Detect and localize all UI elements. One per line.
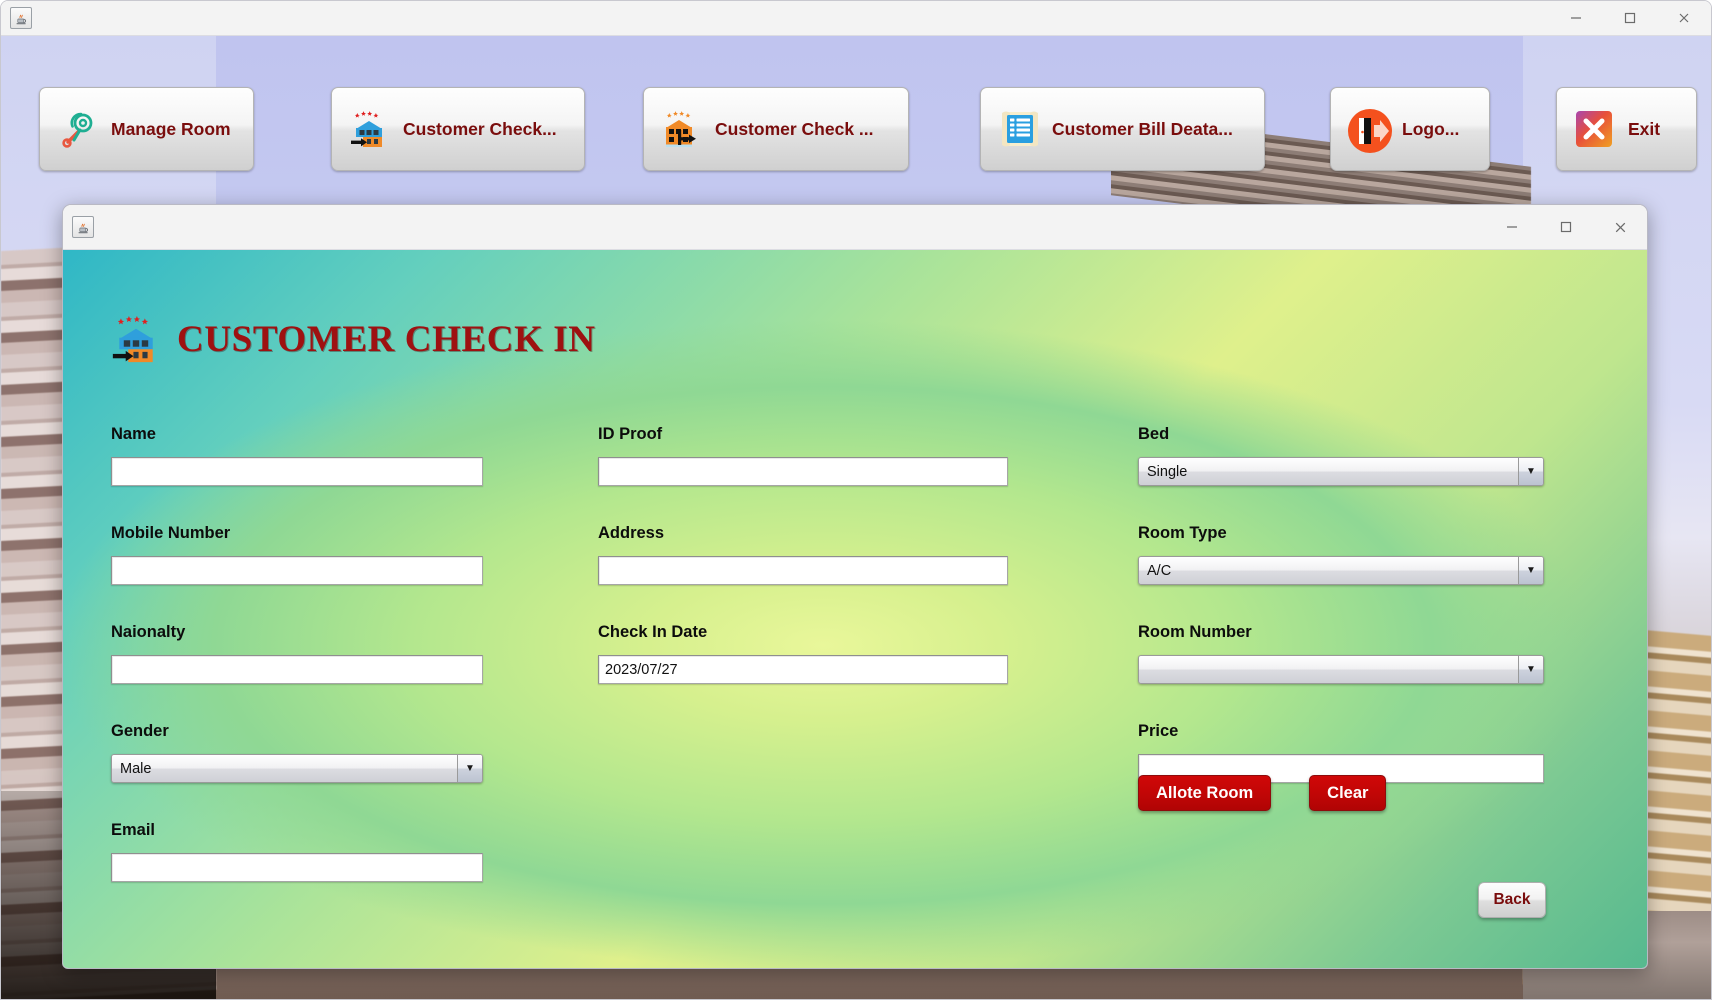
id-proof-input[interactable]: [598, 457, 1008, 486]
back-button[interactable]: Back: [1478, 882, 1546, 918]
toolbar-button-manage-room[interactable]: Manage Room: [39, 87, 254, 171]
page-title: CUSTOMER CHECK IN: [177, 318, 596, 360]
field-price: Price: [1138, 722, 1544, 783]
hotel-checkout-icon: [660, 108, 702, 150]
form-column-right: Bed Single ▼ Room Type A/C ▼ Room Number…: [1138, 425, 1544, 793]
nationality-label: Naionalty: [111, 623, 186, 641]
form-column-left: Name Mobile Number Naionalty Gender Male…: [111, 425, 483, 892]
field-bed: Bed Single ▼: [1138, 425, 1544, 486]
dialog-maximize-button[interactable]: [1539, 205, 1593, 249]
gender-selected-value: Male: [120, 760, 152, 777]
hotel-checkin-icon: [109, 312, 163, 366]
name-label: Name: [111, 425, 156, 443]
dialog-action-row: Allote Room Clear: [1138, 775, 1387, 811]
minimize-button[interactable]: [1549, 1, 1603, 35]
bed-selected-value: Single: [1147, 463, 1188, 480]
customer-check-in-dialog: CUSTOMER CHECK IN Name Mobile Number Nai…: [62, 204, 1648, 969]
field-nationality: Naionalty: [111, 623, 483, 684]
toolbar-button-exit[interactable]: Exit: [1556, 87, 1697, 171]
field-room-type: Room Type A/C ▼: [1138, 524, 1544, 585]
email-input[interactable]: [111, 853, 483, 882]
dialog-content: CUSTOMER CHECK IN Name Mobile Number Nai…: [63, 250, 1647, 968]
dialog-minimize-button[interactable]: [1485, 205, 1539, 249]
dialog-header: CUSTOMER CHECK IN: [109, 312, 596, 366]
close-button[interactable]: [1657, 1, 1711, 35]
email-label: Email: [111, 821, 156, 839]
address-label: Address: [598, 524, 665, 542]
toolbar-button-customer-check-in[interactable]: Customer Check...: [331, 87, 585, 171]
name-input[interactable]: [111, 457, 483, 486]
toolbar-button-label: Customer Check...: [403, 118, 557, 139]
main-window-titlebar: [1, 1, 1711, 36]
main-toolbar: Manage Room Customer Check... Customer C…: [1, 36, 1711, 191]
bill-list-icon: [997, 108, 1039, 150]
field-gender: Gender Male ▼: [111, 722, 483, 783]
nationality-input[interactable]: [111, 655, 483, 684]
dialog-close-button[interactable]: [1593, 205, 1647, 249]
toolbar-button-logout[interactable]: Logo...: [1330, 87, 1490, 171]
gender-select[interactable]: Male ▼: [111, 754, 483, 783]
field-room-number: Room Number ▼: [1138, 623, 1544, 684]
room-type-selected-value: A/C: [1147, 562, 1172, 579]
key-wrench-icon: [56, 108, 98, 150]
toolbar-button-customer-check-out[interactable]: Customer Check ...: [643, 87, 909, 171]
bed-select[interactable]: Single ▼: [1138, 457, 1544, 486]
form-column-middle: ID Proof Address Check In Date: [598, 425, 1008, 694]
maximize-button[interactable]: [1603, 1, 1657, 35]
mobile-number-label: Mobile Number: [111, 524, 231, 542]
clear-button[interactable]: Clear: [1309, 775, 1387, 811]
toolbar-button-label: Customer Check ...: [715, 118, 874, 139]
dialog-titlebar: [63, 205, 1647, 250]
field-id-proof: ID Proof: [598, 425, 1008, 486]
chevron-down-icon[interactable]: ▼: [457, 755, 482, 782]
check-in-date-input[interactable]: [598, 655, 1008, 684]
app-background: Manage Room Customer Check... Customer C…: [1, 36, 1711, 999]
field-email: Email: [111, 821, 483, 882]
room-number-label: Room Number: [1138, 623, 1252, 641]
hotel-checkin-icon: [348, 108, 390, 150]
java-coffee-cup-icon: [10, 7, 32, 29]
field-check-in-date: Check In Date: [598, 623, 1008, 684]
address-input[interactable]: [598, 556, 1008, 585]
room-type-select[interactable]: A/C ▼: [1138, 556, 1544, 585]
java-coffee-cup-icon: [72, 216, 94, 238]
toolbar-button-customer-bill-details[interactable]: Customer Bill Deata...: [980, 87, 1265, 171]
room-type-label: Room Type: [1138, 524, 1227, 542]
toolbar-button-label: Customer Bill Deata...: [1052, 118, 1233, 139]
exit-cross-icon: [1573, 108, 1615, 150]
field-address: Address: [598, 524, 1008, 585]
chevron-down-icon[interactable]: ▼: [1518, 656, 1543, 683]
toolbar-button-label: Exit: [1628, 118, 1661, 139]
toolbar-button-label: Logo...: [1402, 118, 1460, 139]
check-in-date-label: Check In Date: [598, 623, 708, 641]
gender-label: Gender: [111, 722, 169, 740]
allote-room-button[interactable]: Allote Room: [1138, 775, 1272, 811]
toolbar-button-label: Manage Room: [111, 118, 231, 139]
room-number-select[interactable]: ▼: [1138, 655, 1544, 684]
mobile-number-input[interactable]: [111, 556, 483, 585]
field-mobile-number: Mobile Number: [111, 524, 483, 585]
logout-door-icon: [1347, 108, 1392, 153]
price-label: Price: [1138, 722, 1179, 740]
id-proof-label: ID Proof: [598, 425, 663, 443]
main-window: Manage Room Customer Check... Customer C…: [0, 0, 1712, 1000]
chevron-down-icon[interactable]: ▼: [1518, 458, 1543, 485]
bed-label: Bed: [1138, 425, 1170, 443]
chevron-down-icon[interactable]: ▼: [1518, 557, 1543, 584]
field-name: Name: [111, 425, 483, 486]
